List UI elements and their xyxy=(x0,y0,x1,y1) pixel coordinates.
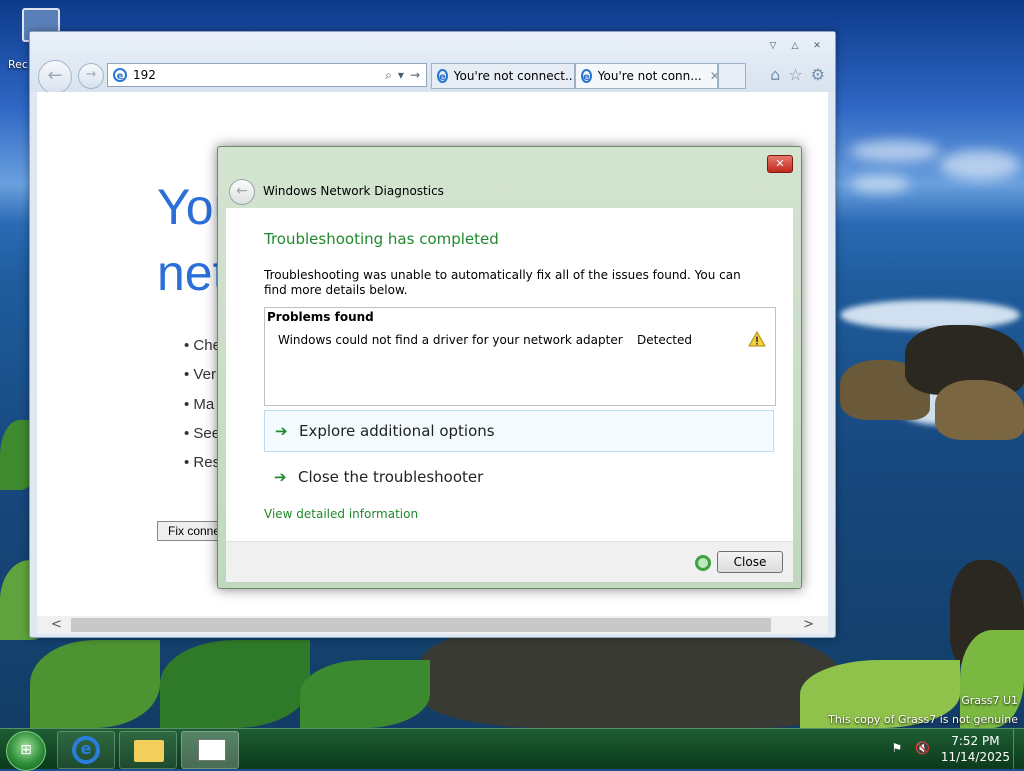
new-tab-button[interactable] xyxy=(718,63,746,89)
close-button[interactable]: Close xyxy=(717,551,783,573)
tab-1[interactable]: e You're not connect... xyxy=(431,63,575,89)
scroll-left-icon[interactable]: < xyxy=(51,616,62,634)
internet-explorer-icon: e xyxy=(72,736,100,764)
problems-found-box: Problems found Windows could not find a … xyxy=(264,307,776,406)
tab-label: You're not conn... xyxy=(597,69,702,83)
back-arrow-icon[interactable]: ← xyxy=(38,60,72,94)
window-controls: ▽ △ ✕ xyxy=(763,39,827,53)
tab-ie-icon: e xyxy=(581,69,592,83)
folder-icon xyxy=(134,740,164,762)
go-arrow-icon[interactable]: → xyxy=(410,68,420,83)
dialog-close-icon[interactable]: ✕ xyxy=(767,155,793,173)
search-icon[interactable]: ⌕ xyxy=(385,68,392,83)
troubleshooting-description: Troubleshooting was unable to automatica… xyxy=(264,268,741,297)
minimize-icon[interactable]: ▽ xyxy=(763,39,783,53)
warning-icon xyxy=(748,331,766,347)
network-diagnostics-icon xyxy=(198,739,226,761)
explore-options-link[interactable]: ➔ Explore additional options xyxy=(264,410,774,452)
page-bullet-list: • Che • Ver • Ma • See • Res xyxy=(184,337,221,483)
address-text[interactable]: 192 xyxy=(133,68,385,82)
taskbar-file-explorer[interactable] xyxy=(119,731,177,769)
problem-status: Detected xyxy=(637,333,693,347)
option-label: Explore additional options xyxy=(299,422,495,440)
dialog-body: Troubleshooting has completed Troublesho… xyxy=(226,208,793,541)
close-window-icon[interactable]: ✕ xyxy=(807,39,827,53)
list-item: • Res xyxy=(184,454,221,472)
scrollbar-thumb[interactable] xyxy=(71,618,771,632)
address-bar[interactable]: e 192 ⌕ ▾ → xyxy=(107,63,427,87)
troubleshooting-heading: Troubleshooting has completed xyxy=(264,230,499,248)
tab-2[interactable]: e You're not conn... ✕ xyxy=(575,63,718,89)
system-tray: ⚑ 🔇 7:52 PM 11/14/2025 xyxy=(889,733,1010,765)
action-center-flag-icon[interactable]: ⚑ xyxy=(889,741,905,757)
recycle-bin-label: Rec xyxy=(8,58,28,71)
horizontal-scrollbar[interactable]: < > xyxy=(37,616,828,634)
list-item: • Che xyxy=(184,337,221,354)
ie-page-icon: e xyxy=(113,68,127,82)
clock-date: 11/14/2025 xyxy=(940,750,1010,764)
taskbar: ⊞ e ⚑ 🔇 7:52 PM 11/14/2025 xyxy=(0,728,1024,771)
busy-cursor-icon xyxy=(695,555,711,571)
tab-ie-icon: e xyxy=(437,69,448,83)
forward-arrow-icon[interactable]: → xyxy=(78,63,104,89)
list-item: • See xyxy=(184,424,221,442)
volume-muted-icon[interactable]: 🔇 xyxy=(915,741,931,757)
os-version-label: Grass7 U1 xyxy=(961,694,1018,707)
dialog-footer: Close xyxy=(226,541,793,582)
option-label: Close the troubleshooter xyxy=(298,468,484,486)
taskbar-network-diagnostics[interactable] xyxy=(181,731,239,769)
dropdown-icon[interactable]: ▾ xyxy=(398,68,404,83)
dialog-back-icon[interactable]: ← xyxy=(229,179,255,205)
tab-close-icon[interactable]: ✕ xyxy=(710,69,717,83)
scroll-right-icon[interactable]: > xyxy=(803,616,814,634)
dialog-title: Windows Network Diagnostics xyxy=(263,184,444,198)
view-detailed-information-link[interactable]: View detailed information xyxy=(264,507,418,521)
problems-found-header: Problems found xyxy=(267,310,374,324)
favorites-star-icon[interactable]: ☆ xyxy=(788,65,802,84)
list-item: • Ma xyxy=(184,395,215,413)
close-troubleshooter-link[interactable]: ➔ Close the troubleshooter xyxy=(264,457,772,497)
start-button[interactable]: ⊞ xyxy=(6,731,46,771)
clock-time: 7:52 PM xyxy=(951,734,1000,748)
taskbar-internet-explorer[interactable]: e xyxy=(57,731,115,769)
tab-label: You're not connect... xyxy=(453,69,575,83)
show-desktop-button[interactable] xyxy=(1013,729,1024,769)
maximize-icon[interactable]: △ xyxy=(785,39,805,53)
home-icon[interactable]: ⌂ xyxy=(770,65,780,84)
problem-text: Windows could not find a driver for your… xyxy=(278,333,623,347)
windows-logo-icon: ⊞ xyxy=(20,742,32,758)
green-arrow-icon: ➔ xyxy=(274,468,287,486)
list-item: • Ver xyxy=(184,366,216,384)
network-diagnostics-dialog: ✕ ← Windows Network Diagnostics Troubles… xyxy=(217,146,802,589)
browser-toolbar: ▽ △ ✕ ← → e 192 ⌕ ▾ → e You're not conne… xyxy=(30,32,835,94)
clock[interactable]: 7:52 PM 11/14/2025 xyxy=(941,733,1010,765)
tools-gear-icon[interactable]: ⚙ xyxy=(811,65,825,84)
not-genuine-label: This copy of Grass7 is not genuine xyxy=(828,713,1018,726)
green-arrow-icon: ➔ xyxy=(275,422,288,440)
